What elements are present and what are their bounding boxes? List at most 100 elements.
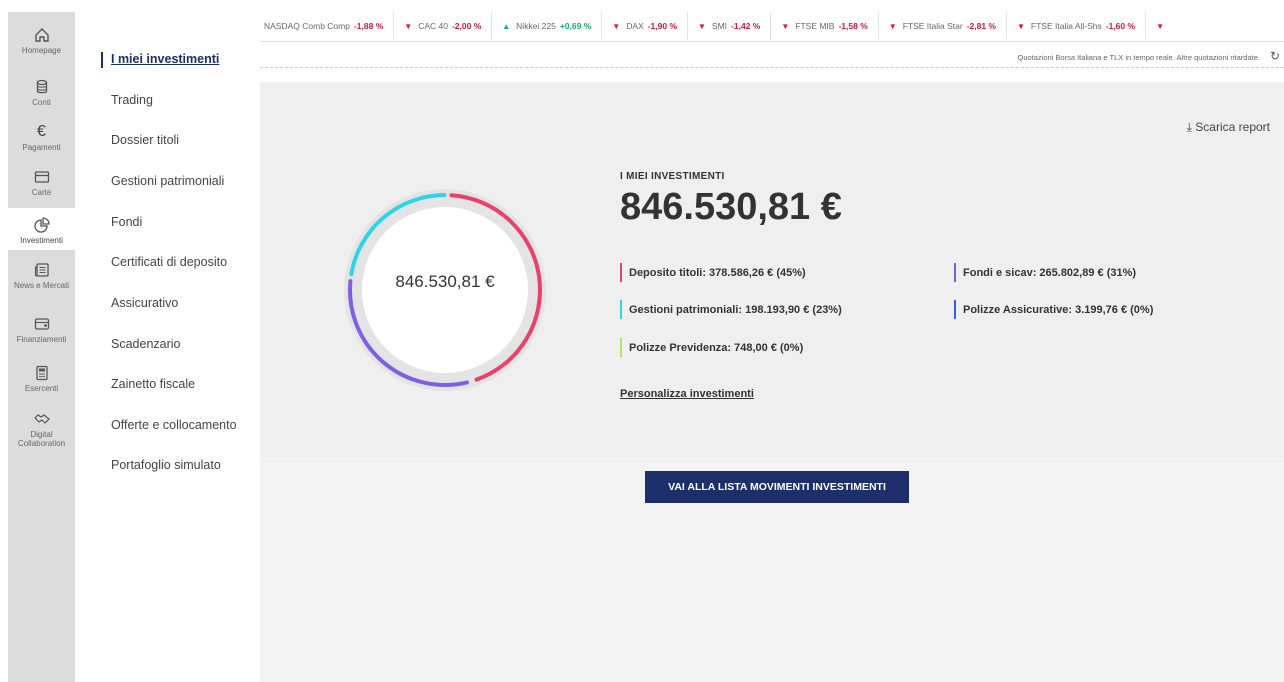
ticker-value: -1,60 % — [1105, 21, 1136, 31]
menu-item-scadenzario[interactable]: Scadenzario — [111, 337, 181, 351]
rail-item-label: Esercenti — [24, 384, 59, 393]
ticker-name: FTSE Italia Star — [902, 21, 963, 31]
down-arrow-icon: ▼ — [612, 22, 621, 31]
ticker-value: -1,42 % — [731, 21, 761, 31]
ticker-value: -2,00 % — [451, 21, 482, 31]
rail-item-label: News e Mercati — [13, 281, 70, 290]
rail-item-pagamenti[interactable]: € Pagamenti — [8, 123, 75, 157]
rail-item-label: Conti — [32, 98, 51, 107]
view-investment-movements-button[interactable]: VAI ALLA LISTA MOVIMENTI INVESTIMENTI — [645, 471, 909, 503]
legend-deposito-titoli: Deposito titoli: 378.586,26 € (45%) — [620, 263, 806, 282]
down-arrow-icon: ▼ — [781, 22, 790, 31]
ticker-name: FTSE MIB — [795, 21, 835, 31]
ticker-name: SMI — [711, 21, 728, 31]
legend-polizze-assicurative: Polizze Assicurative: 3.199,76 € (0%) — [954, 300, 1154, 319]
legend-polizze-previdenza: Polizze Previdenza: 748,00 € (0%) — [620, 338, 804, 357]
up-arrow-icon: ▲ — [502, 22, 511, 31]
menu-item-zainetto-fiscale[interactable]: Zainetto fiscale — [111, 377, 195, 391]
menu-item-offerte-collocamento[interactable]: Offerte e collocamento — [111, 418, 237, 432]
ticker-item[interactable]: ▼ FTSE Italia All-Shs -1,60 % — [1007, 12, 1147, 40]
ticker-value: -1,58 % — [838, 21, 868, 31]
summary-label: I MIEI INVESTIMENTI — [620, 171, 725, 182]
ticker-item[interactable]: ▼ FTSE MIB -1,58 % — [771, 12, 879, 40]
rail-item-label: Carte — [31, 188, 52, 197]
rail-item-esercenti[interactable]: Esercenti — [8, 364, 75, 398]
rail-item-carte[interactable]: Carte — [8, 168, 75, 202]
ticker-item[interactable]: ▼ CAC 40 -2,00 % — [394, 12, 493, 40]
news-icon — [34, 263, 49, 277]
ticker-item[interactable]: ▼ DAX -1,90 % — [602, 12, 688, 40]
down-arrow-icon: ▼ — [404, 22, 413, 31]
legend-text: Polizze Assicurative: 3.199,76 € (0%) — [963, 304, 1154, 316]
coins-icon — [36, 79, 47, 94]
legend-gestioni-patrimoniali: Gestioni patrimoniali: 198.193,90 € (23%… — [620, 300, 842, 319]
rail-item-investimenti[interactable]: Investimenti — [8, 208, 75, 250]
wallet-icon — [34, 318, 49, 330]
ticker-item[interactable]: ▼ FTSE Italia Star -2,81 % — [879, 12, 1007, 40]
ticker-name: NASDAQ Comb Comp — [264, 21, 350, 31]
legend-color-bar — [954, 263, 956, 282]
divider — [260, 67, 1284, 68]
legend-text: Fondi e sicav: 265.802,89 € (31%) — [963, 267, 1137, 279]
investments-summary-panel: ⤓ Scarica report 846.530,81 € I MIEI INV… — [260, 82, 1284, 458]
legend-color-bar — [620, 263, 622, 282]
menu-item-miei-investimenti[interactable]: I miei investimenti — [100, 52, 219, 68]
ticker-name: CAC 40 — [418, 21, 448, 31]
pos-terminal-icon — [35, 365, 48, 381]
personalize-investments-link[interactable]: Personalizza investimenti — [620, 388, 754, 400]
ticker-value: -1,88 % — [353, 21, 384, 31]
ticker-value: +0,69 % — [559, 21, 592, 31]
down-arrow-icon: ▼ — [1156, 22, 1164, 31]
down-arrow-icon: ▼ — [698, 22, 706, 31]
rail-item-digital-collaboration[interactable]: Digital Collaboration — [8, 410, 75, 452]
rail-item-label: Digital Collaboration — [17, 430, 66, 448]
menu-item-trading[interactable]: Trading — [111, 93, 153, 107]
refresh-icon[interactable]: ↻ — [1270, 49, 1280, 63]
download-report-label: Scarica report — [1195, 120, 1270, 134]
page: Homepage Conti € Pagamenti Carte Investi… — [0, 0, 1284, 682]
pie-chart-icon — [33, 217, 50, 233]
ticker-name: DAX — [626, 21, 644, 31]
rail-item-label: Investimenti — [20, 236, 63, 245]
legend-color-bar — [620, 300, 622, 319]
ticker-item[interactable]: ▼ — [1146, 12, 1180, 40]
donut-total-value: 846.530,81 € — [395, 272, 495, 291]
menu-item-certificati-deposito[interactable]: Certificati di deposito — [111, 255, 227, 269]
quotes-note: Quotazioni Borsa Italiana e TLX in tempo… — [1017, 53, 1260, 62]
legend-color-bar — [954, 300, 956, 319]
ticker-item[interactable]: ▼ SMI -1,42 % — [688, 12, 772, 40]
menu-item-portafoglio-simulato[interactable]: Portafoglio simulato — [111, 458, 221, 472]
rail-item-news-mercati[interactable]: News e Mercati — [8, 261, 75, 301]
down-arrow-icon: ▼ — [888, 22, 897, 31]
euro-icon: € — [37, 123, 46, 140]
main-nav-rail: Homepage Conti € Pagamenti Carte Investi… — [0, 0, 75, 682]
ticker-name: Nikkei 225 — [516, 21, 556, 31]
rail-item-finanziamenti[interactable]: Finanziamenti — [8, 315, 75, 349]
download-report-button[interactable]: ⤓ Scarica report — [1187, 120, 1270, 135]
ticker-value: -1,90 % — [647, 21, 677, 31]
ticker-item[interactable]: ▲ Nikkei 225 +0,69 % — [492, 12, 603, 40]
summary-total-value: 846.530,81 € — [620, 186, 842, 228]
menu-item-fondi[interactable]: Fondi — [111, 215, 142, 229]
handshake-icon — [33, 414, 50, 424]
ticker-item[interactable]: NASDAQ Comb Comp -1,88 % — [260, 12, 395, 40]
menu-item-dossier-titoli[interactable]: Dossier titoli — [111, 133, 179, 147]
ticker-value: -2,81 % — [966, 21, 996, 31]
market-ticker: NASDAQ Comb Comp -1,88 % ▼ CAC 40 -2,00 % ▲ Ni… — [260, 12, 1284, 42]
legend-text: Gestioni patrimoniali: 198.193,90 € (23%… — [629, 304, 842, 316]
download-icon: ⤓ — [1186, 120, 1192, 134]
legend-text: Deposito titoli: 378.586,26 € (45%) — [629, 267, 806, 279]
legend-color-bar — [620, 338, 622, 357]
ticker-name: FTSE Italia All-Shs — [1030, 21, 1102, 31]
rail-item-homepage[interactable]: Homepage — [8, 26, 75, 58]
card-icon — [34, 171, 49, 183]
rail-item-conti[interactable]: Conti — [8, 78, 75, 110]
rail-item-label: Finanziamenti — [16, 335, 67, 344]
legend-text: Polizze Previdenza: 748,00 € (0%) — [629, 342, 804, 354]
menu-item-gestioni-patrimoniali[interactable]: Gestioni patrimoniali — [111, 174, 224, 188]
legend-fondi-sicav: Fondi e sicav: 265.802,89 € (31%) — [954, 263, 1137, 282]
rail-item-label: Pagamenti — [22, 143, 61, 152]
home-icon — [34, 28, 49, 42]
main-nav-rail-background: Homepage Conti € Pagamenti Carte Investi… — [8, 12, 75, 682]
menu-item-assicurativo[interactable]: Assicurativo — [111, 296, 178, 310]
